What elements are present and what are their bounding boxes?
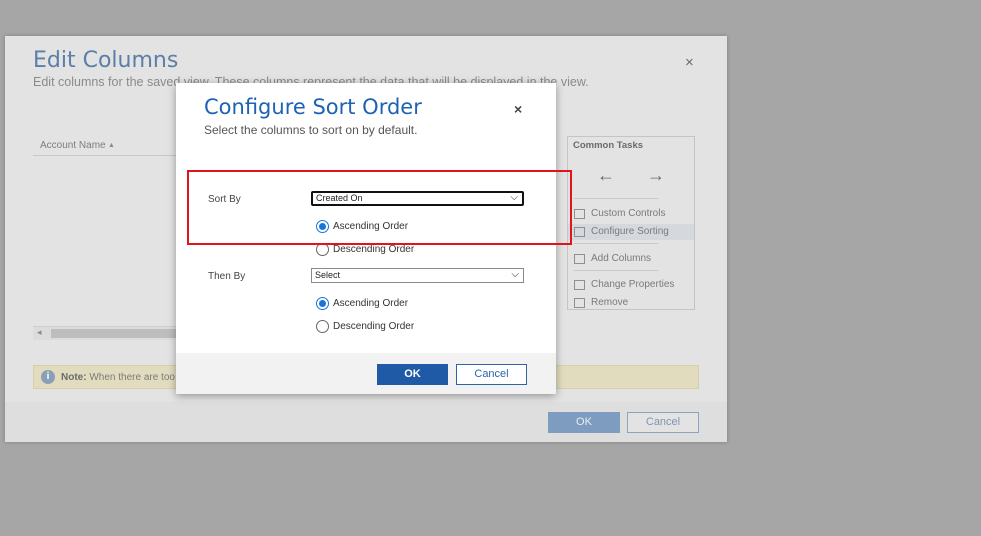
move-left-icon[interactable]: ← [597,165,615,186]
change-properties-icon [574,280,585,290]
highlight-box [187,170,572,245]
column-header-label: Account Name [40,140,106,151]
task-label: Configure Sorting [591,226,669,237]
sort-by-descending-radio[interactable]: Descending Order [316,243,414,257]
then-by-ascending-radio[interactable]: Ascending Order [316,297,408,311]
common-tasks-panel: Common Tasks ← → Custom Controls Configu… [567,136,695,310]
close-icon[interactable]: × [514,101,522,117]
task-label: Change Properties [591,279,675,290]
common-tasks-title: Common Tasks [573,140,644,151]
change-properties-item[interactable]: Change Properties [568,277,694,293]
dialog-title: Configure Sort Order [204,95,422,119]
custom-controls-icon [574,209,585,219]
horizontal-scrollbar[interactable]: ◂ [33,326,183,340]
then-by-select[interactable]: Select ⌵ [311,268,524,283]
ok-button[interactable]: OK [548,412,620,433]
remove-item[interactable]: Remove [568,295,694,311]
close-icon[interactable]: × [685,54,694,71]
task-label: Custom Controls [591,208,666,219]
configure-sorting-icon [574,227,585,237]
divider [574,270,658,271]
radio-label: Ascending Order [333,298,409,309]
chevron-down-icon: ⌵ [511,269,519,280]
move-right-icon[interactable]: → [647,165,665,186]
radio-unselected-icon [316,320,329,333]
note-label: Note: [61,372,87,383]
radio-label: Descending Order [333,321,415,332]
cancel-button[interactable]: Cancel [456,364,527,385]
then-by-label: Then By [208,271,246,282]
then-by-descending-radio[interactable]: Descending Order [316,320,414,334]
task-label: Add Columns [591,253,652,264]
info-icon: i [41,370,55,384]
add-columns-icon [574,254,585,264]
ok-button[interactable]: OK [377,364,448,385]
remove-icon [574,298,585,308]
edit-columns-title: Edit Columns [33,48,179,73]
add-columns-item[interactable]: Add Columns [568,251,694,267]
sort-ascending-icon: ▲ [108,142,115,149]
divider [574,198,658,199]
cancel-button[interactable]: Cancel [627,412,699,433]
then-by-value: Select [315,270,341,280]
scrollbar-thumb[interactable] [51,329,183,338]
radio-label: Descending Order [333,244,415,255]
custom-controls-item[interactable]: Custom Controls [568,206,694,222]
divider [574,243,658,244]
columns-grid [33,136,183,341]
task-label: Remove [591,297,629,308]
configure-sorting-item[interactable]: Configure Sorting [568,224,694,240]
radio-selected-icon [316,297,329,310]
note-body: When there are too [89,372,175,383]
note-text: Note: When there are too [61,372,175,383]
scroll-left-icon[interactable]: ◂ [37,327,42,338]
grid-column-header[interactable]: Account Name ▲ [33,136,183,156]
dialog-subtitle: Select the columns to sort on by default… [204,123,418,137]
